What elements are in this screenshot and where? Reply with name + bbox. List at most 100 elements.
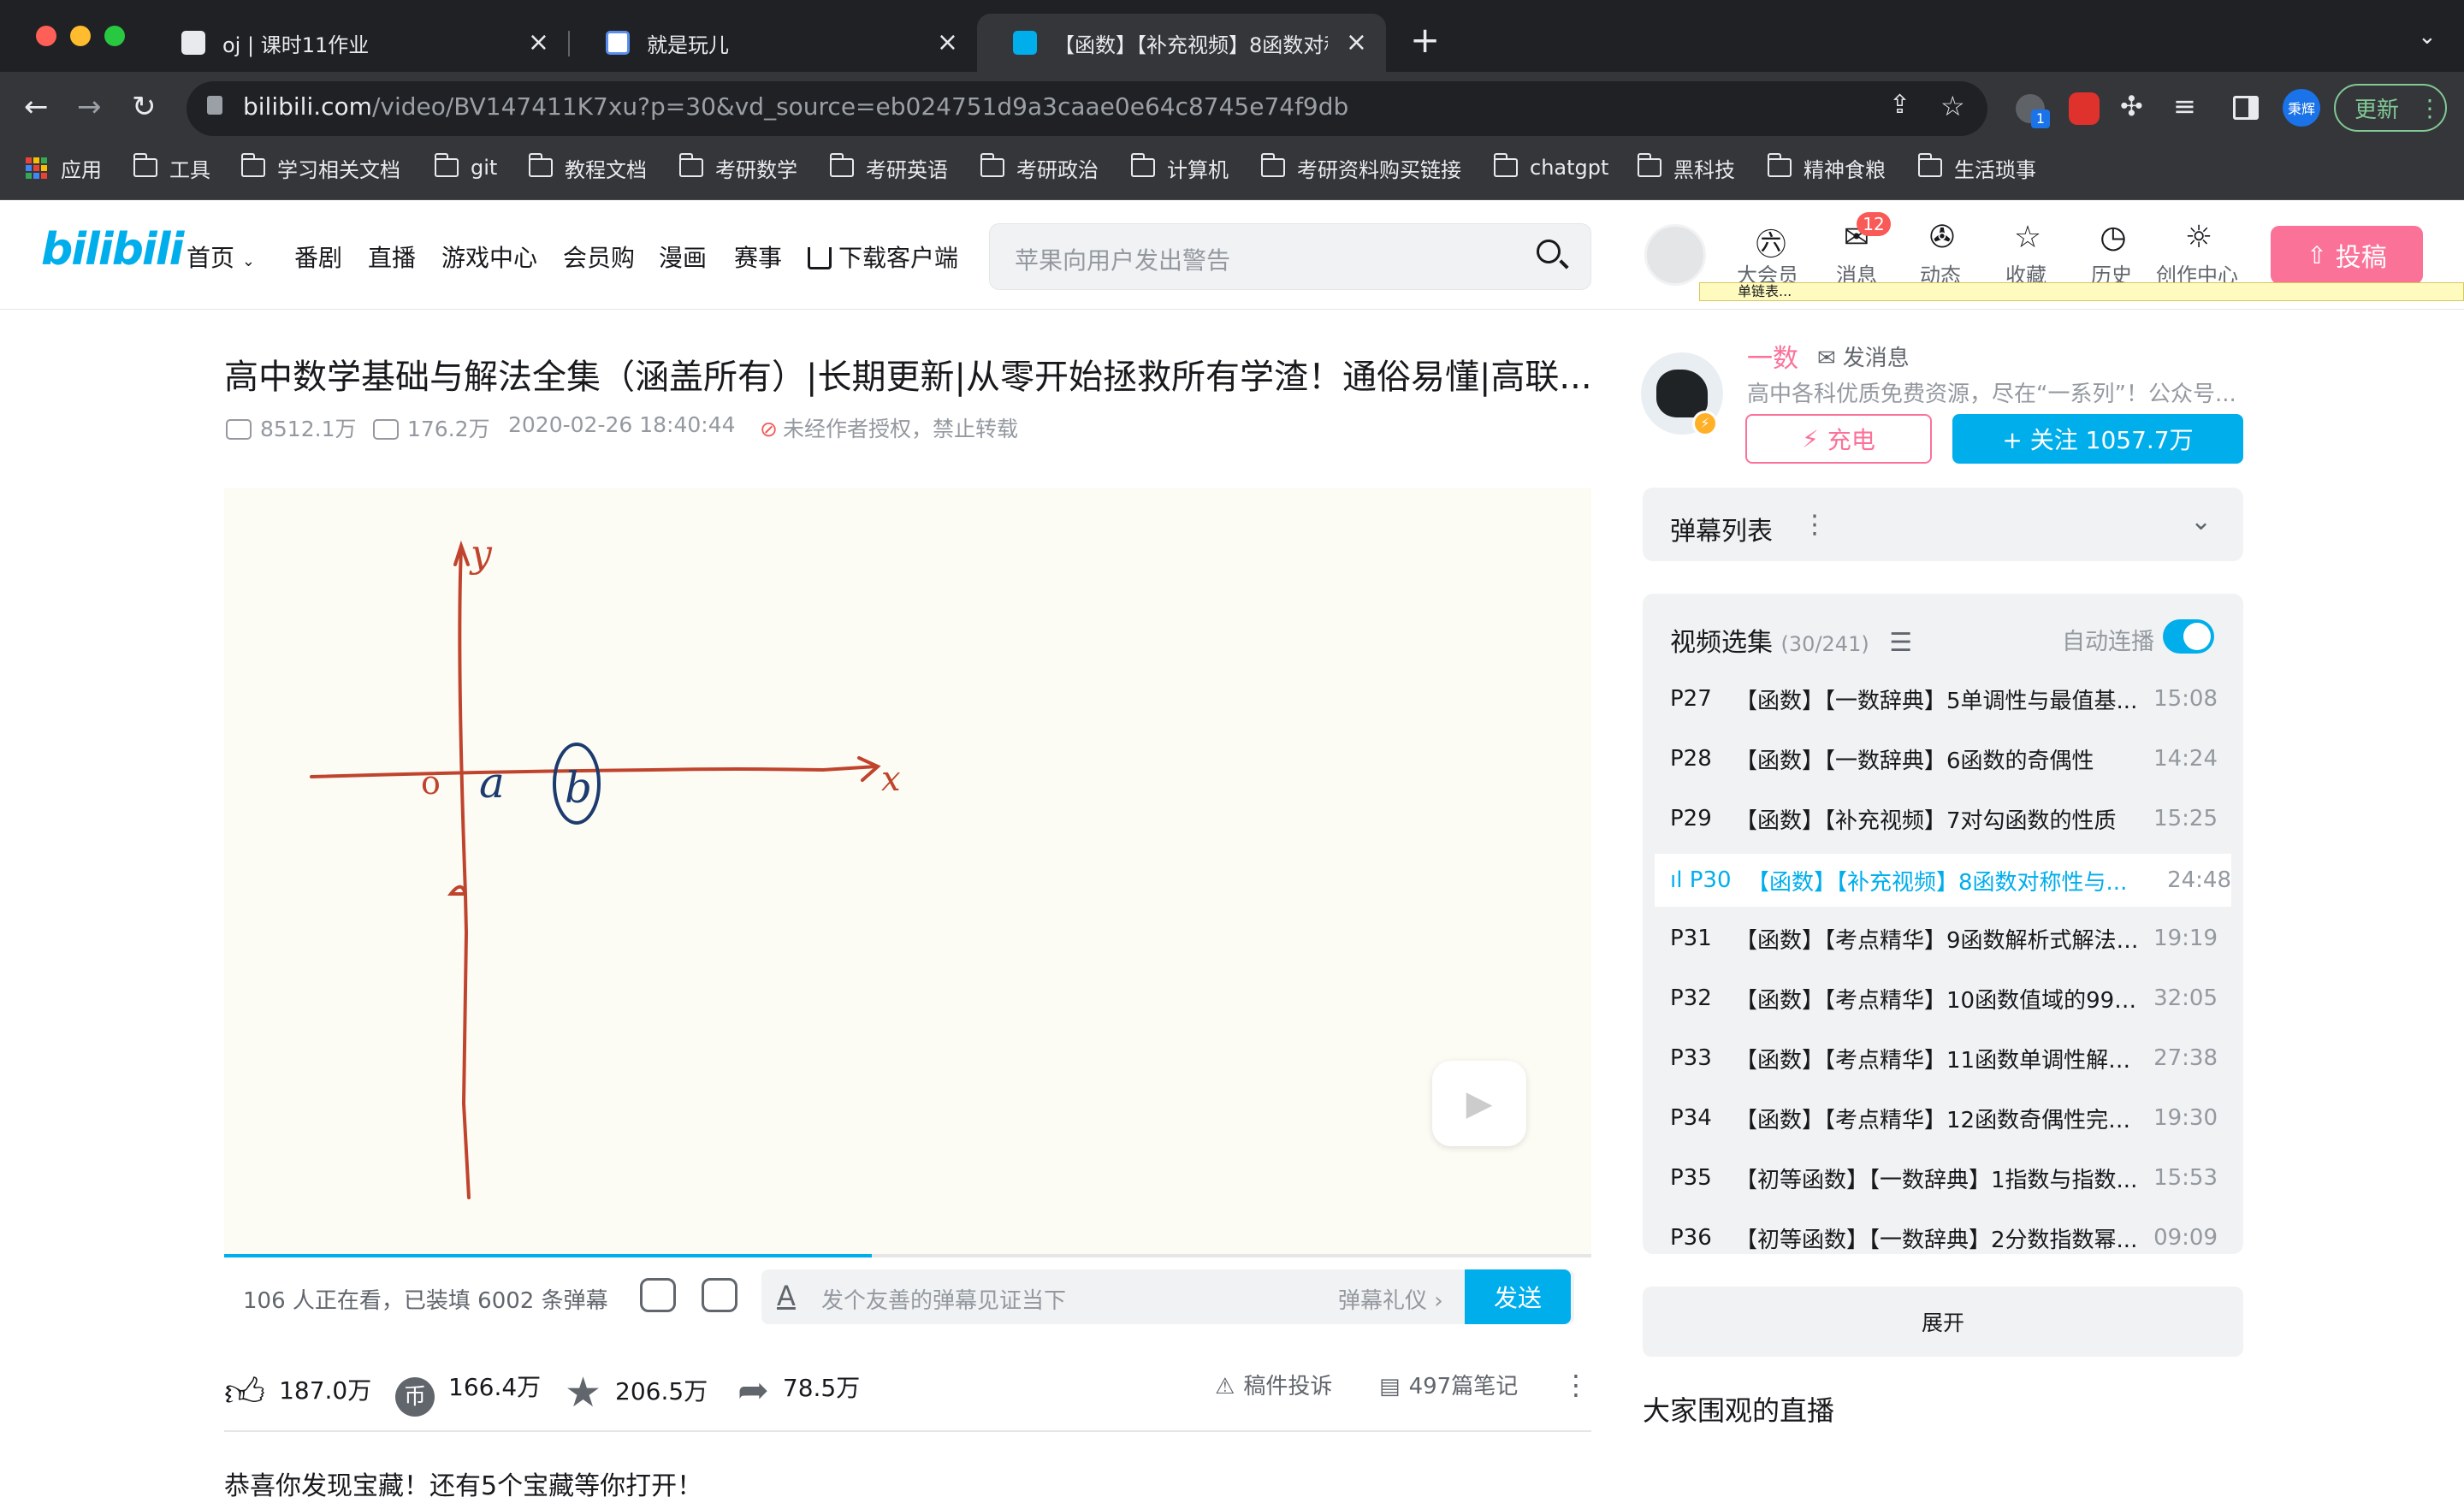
- tab-search-chevron-icon[interactable]: ⌄: [2418, 24, 2437, 50]
- video-player[interactable]: y x o a b ▶: [224, 488, 1591, 1257]
- danmaku-placeholder[interactable]: 发个友善的弹幕见证当下: [821, 1283, 1066, 1315]
- playlist-header: 视频选集 (30/241) ☰: [1670, 628, 1913, 658]
- y-axis: [447, 885, 471, 1199]
- bookmark-star-icon[interactable]: ☆: [1940, 90, 1965, 122]
- playlist-item[interactable]: P27 【函数】【一数辞典】5单调性与最值基... 15:08: [1670, 672, 2218, 725]
- bookmark-folder[interactable]: 教程文档: [528, 151, 647, 185]
- upload-button[interactable]: ⇧ 投稿: [2271, 226, 2423, 284]
- bookmark-folder[interactable]: 计算机: [1130, 151, 1229, 185]
- charge-button[interactable]: ⚡ 充电: [1745, 414, 1932, 464]
- playlist-item[interactable]: P31 【函数】【考点精华】9函数解析式解法大... 19:19: [1670, 912, 2218, 965]
- apps-grid-icon: [26, 157, 47, 179]
- browser-tab-2[interactable]: 就是玩儿 ×: [570, 14, 977, 72]
- clock-icon[interactable]: ◷: [2088, 220, 2139, 255]
- dynamic-icon[interactable]: ✇: [1916, 220, 1968, 255]
- reading-list-icon[interactable]: ≡: [2173, 90, 2196, 122]
- more-options-icon[interactable]: ⋮: [1562, 1369, 1590, 1401]
- lock-icon[interactable]: [207, 96, 222, 115]
- favorite-button[interactable]: ★ 206.5万: [565, 1369, 708, 1417]
- playlist-item[interactable]: P29 【函数】【补充视频】7对勾函数的性质 15:25: [1670, 792, 2218, 845]
- nav-live[interactable]: 直播: [368, 240, 416, 274]
- adblock-extension-icon[interactable]: [2069, 92, 2100, 125]
- forward-icon[interactable]: →: [77, 90, 102, 124]
- share-button[interactable]: ➦ 78.5万: [737, 1369, 860, 1412]
- bookmark-folder[interactable]: 考研英语: [829, 151, 948, 185]
- nav-anime[interactable]: 番剧: [294, 240, 342, 274]
- url-text[interactable]: bilibili.com/video/BV147411K7xu?p=30&vd_…: [243, 92, 1348, 121]
- bookmark-folder[interactable]: 黑科技: [1637, 151, 1735, 185]
- play-button-icon[interactable]: ▶: [1432, 1061, 1526, 1146]
- playlist-item-active[interactable]: ıl P30 【函数】【补充视频】8函数对称性与... 24:48: [1655, 854, 2231, 907]
- share-icon[interactable]: ⇪: [1889, 90, 1910, 120]
- playlist-item[interactable]: P36 【初等函数】【一数辞典】2分数指数幂... 09:09: [1670, 1211, 2218, 1254]
- nav-mall[interactable]: 会员购: [563, 240, 635, 274]
- bookmark-folder[interactable]: 学习相关文档: [240, 151, 400, 185]
- play-count-icon: [226, 419, 252, 440]
- playlist-item[interactable]: P34 【函数】【考点精华】12函数奇偶性完全... 19:30: [1670, 1092, 2218, 1145]
- bulb-icon[interactable]: ☼: [2173, 220, 2224, 255]
- playlist-panel: 视频选集 (30/241) ☰ 自动连播 P27 【函数】【一数辞典】5单调性与最…: [1643, 594, 2243, 1254]
- bookmark-apps[interactable]: 应用: [26, 151, 102, 185]
- back-icon[interactable]: ←: [24, 90, 49, 124]
- send-message-link[interactable]: ✉ 发消息: [1817, 340, 1910, 372]
- star-icon[interactable]: ☆: [2002, 220, 2053, 255]
- danmaku-toggle-icon[interactable]: [640, 1278, 676, 1312]
- danmaku-etiquette-link[interactable]: 弹幕礼仪 ›: [1338, 1283, 1443, 1315]
- tab-title: 【函数】【补充视频】8函数对称: [1054, 33, 1328, 57]
- playlist-item[interactable]: P32 【函数】【考点精华】10函数值域的999... 32:05: [1670, 972, 2218, 1025]
- bookmark-folder[interactable]: 工具: [133, 151, 210, 185]
- danmaku-settings-icon[interactable]: [702, 1278, 737, 1312]
- nav-game-center[interactable]: 游戏中心: [441, 240, 537, 274]
- reload-icon[interactable]: ↻: [132, 90, 157, 124]
- bookmark-folder[interactable]: 考研政治: [980, 151, 1099, 185]
- nav-download-client[interactable]: 下载客户端: [808, 240, 958, 274]
- browser-tab-active[interactable]: 【函数】【补充视频】8函数对称 ×: [977, 14, 1386, 72]
- notes-button[interactable]: ▤ 497篇笔记: [1379, 1369, 1518, 1400]
- report-button[interactable]: ⚠ 稿件投诉: [1215, 1369, 1332, 1400]
- bookmark-folder[interactable]: 生活琐事: [1917, 151, 2036, 185]
- autoplay-toggle[interactable]: [2163, 619, 2214, 654]
- up-name[interactable]: 一数: [1747, 337, 1798, 375]
- warning-icon: ⚠: [1215, 1374, 1235, 1399]
- bookmark-folder[interactable]: 考研资料购买链接: [1260, 151, 1461, 185]
- nav-home[interactable]: 首页 ⌄: [187, 240, 255, 274]
- bookmark-folder[interactable]: 精神食粮: [1767, 151, 1886, 185]
- playlist-item[interactable]: P33 【函数】【考点精华】11函数单调性解法... 27:38: [1670, 1032, 2218, 1085]
- update-button[interactable]: 更新 ⋮: [2334, 84, 2447, 132]
- danmaku-count-icon: [373, 419, 399, 440]
- close-tab-icon[interactable]: ×: [1346, 27, 1367, 57]
- bookmark-folder[interactable]: 考研数学: [678, 151, 797, 185]
- send-danmaku-button[interactable]: 发送: [1465, 1269, 1571, 1324]
- new-tab-button[interactable]: +: [1410, 19, 1440, 61]
- minimize-window-button[interactable]: [70, 26, 91, 46]
- side-panel-icon[interactable]: [2233, 96, 2259, 120]
- chevron-down-icon[interactable]: ⌄: [2190, 506, 2212, 536]
- close-tab-icon[interactable]: ×: [937, 27, 958, 57]
- like-button[interactable]: 👍︎ 187.0万: [224, 1369, 371, 1417]
- search-icon[interactable]: [1537, 240, 1561, 263]
- profile-avatar[interactable]: 秉辉: [2283, 89, 2320, 127]
- nav-esports[interactable]: 赛事: [734, 240, 782, 274]
- coin-button[interactable]: 币 166.4万: [395, 1369, 541, 1417]
- danmaku-list-title: 弹幕列表: [1670, 517, 1773, 547]
- maximize-window-button[interactable]: [104, 26, 125, 46]
- follow-button[interactable]: + 关注 1057.7万: [1952, 414, 2243, 464]
- search-input[interactable]: 苹果向用户发出警告: [1015, 242, 1230, 276]
- more-options-icon[interactable]: ⋮: [1802, 510, 1827, 540]
- user-avatar[interactable]: [1644, 224, 1706, 286]
- bookmark-folder[interactable]: git: [434, 151, 497, 185]
- font-style-icon[interactable]: A: [777, 1280, 796, 1312]
- playlist-item[interactable]: P35 【初等函数】【一数辞典】1指数与指数... 15:53: [1670, 1151, 2218, 1204]
- expand-playlist-button[interactable]: 展开: [1643, 1287, 2243, 1357]
- bilibili-logo[interactable]: bilibili: [41, 224, 184, 275]
- views-stat: 8512.1万: [226, 412, 356, 443]
- close-tab-icon[interactable]: ×: [528, 27, 549, 57]
- bookmark-folder[interactable]: chatgpt: [1493, 151, 1608, 185]
- close-window-button[interactable]: [36, 26, 56, 46]
- nav-manga[interactable]: 漫画: [659, 240, 707, 274]
- puzzle-extensions-icon[interactable]: ✣: [2120, 90, 2143, 122]
- browser-tab-1[interactable]: oj | 课时11作业 ×: [145, 14, 568, 72]
- charge-badge-icon: ⚡: [1692, 411, 1718, 436]
- publish-date: 2020-02-26 18:40:44: [508, 412, 736, 437]
- playlist-item[interactable]: P28 【函数】【一数辞典】6函数的奇偶性 14:24: [1670, 732, 2218, 785]
